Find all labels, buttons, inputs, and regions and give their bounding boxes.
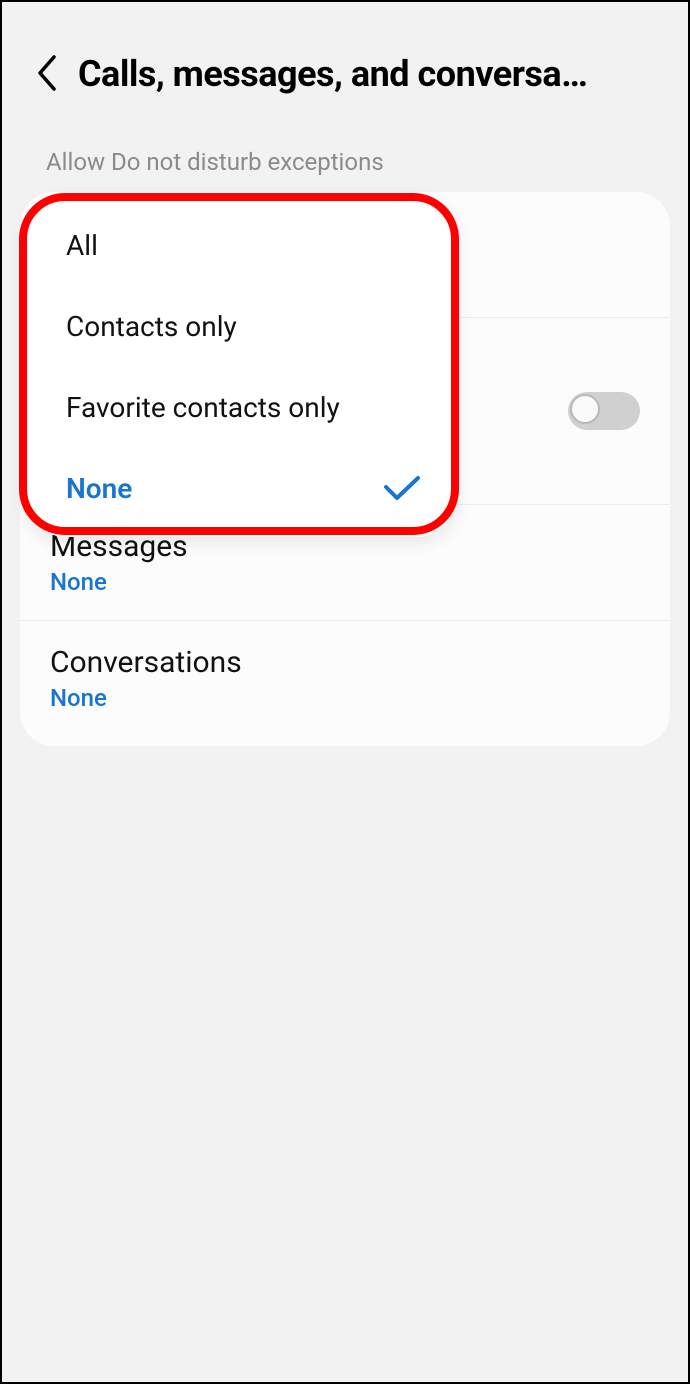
row-conversations-title: Conversations (50, 645, 640, 680)
popup-option-favorite-contacts-only[interactable]: Favorite contacts only (26, 367, 456, 448)
popup-option-label: Contacts only (66, 310, 237, 343)
app-header: Calls, messages, and conversa… (2, 2, 688, 126)
popup-option-label: Favorite contacts only (66, 391, 340, 424)
page-title: Calls, messages, and conversa… (78, 53, 668, 95)
toggle-knob (570, 394, 600, 424)
popup-option-label: None (66, 472, 132, 505)
popup-option-all[interactable]: All (26, 205, 456, 286)
check-icon (382, 475, 422, 503)
back-icon (33, 53, 59, 96)
popup-option-none[interactable]: None (26, 448, 456, 529)
popup-option-contacts-only[interactable]: Contacts only (26, 286, 456, 367)
calls-options-popup: All Contacts only Favorite contacts only… (26, 197, 456, 537)
repeat-callers-toggle[interactable] (568, 392, 640, 430)
row-conversations[interactable]: Conversations None (20, 621, 670, 746)
popup-option-label: All (66, 229, 98, 262)
back-button[interactable] (22, 50, 70, 98)
row-conversations-value: None (50, 684, 640, 712)
row-messages-value: None (50, 568, 640, 596)
section-label: Allow Do not disturb exceptions (2, 126, 688, 192)
